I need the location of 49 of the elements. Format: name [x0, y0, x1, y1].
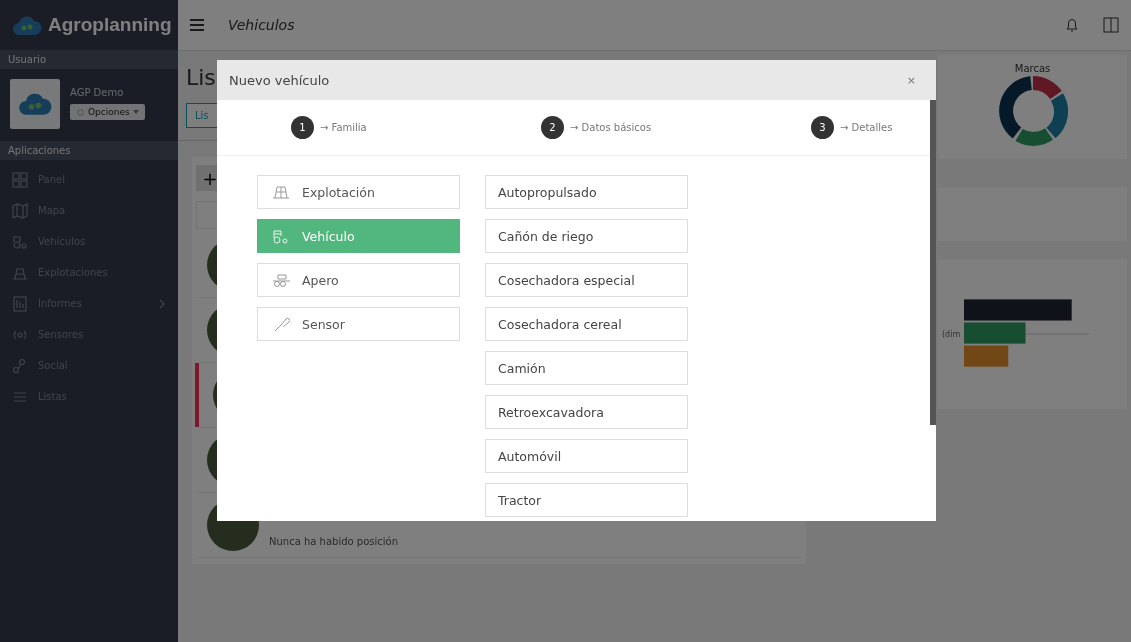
vehicle-type-option[interactable]: Cosechadora cereal — [485, 307, 688, 341]
vehicle-type-option[interactable]: Retroexcavadora — [485, 395, 688, 429]
menu-item-icon — [12, 233, 28, 250]
list-button[interactable]: Lis — [186, 103, 218, 128]
bell-icon[interactable] — [1065, 17, 1079, 33]
cloud-logo-icon — [18, 92, 52, 116]
vehicle-type-option[interactable]: Automóvil — [485, 439, 688, 473]
menu-item-icon — [12, 202, 28, 219]
menu-item-icon — [12, 171, 28, 188]
section-header: Usuario — [0, 50, 178, 69]
vehicle-type-option[interactable]: Cañón de riego — [485, 219, 688, 253]
axis-label: (dim — [942, 329, 961, 339]
caret-icon — [132, 110, 139, 114]
step-number: 1 — [291, 116, 314, 139]
panel-toggle-icon[interactable] — [1103, 17, 1119, 33]
family-icon — [272, 272, 290, 288]
user-name: AGP Demo — [70, 87, 125, 98]
step-number: 2 — [541, 116, 564, 139]
page-title: Lis — [186, 63, 216, 92]
donut-chart-drawing — [997, 76, 1068, 146]
step-label: → Detalles — [840, 122, 893, 133]
position-text: Nunca ha habido posición — [269, 536, 399, 547]
family-option[interactable]: Sensor — [257, 307, 460, 341]
menu-item-icon — [12, 357, 28, 374]
family-option[interactable]: Vehículo — [257, 219, 460, 253]
vehicle-type-option[interactable]: Tractor — [485, 483, 688, 517]
menu-icon[interactable] — [190, 19, 204, 31]
family-icon — [272, 184, 290, 200]
close-button[interactable]: × — [900, 72, 922, 88]
step-number: 3 — [811, 116, 834, 139]
section-header: Aplicaciones — [0, 141, 178, 160]
scrollbar[interactable] — [930, 100, 936, 425]
step-label: → Familia — [320, 122, 367, 133]
options-button[interactable]: Opciones — [70, 104, 145, 120]
card-title: Marcas — [1014, 63, 1051, 74]
page-header-title: Vehiculos — [228, 17, 296, 33]
vehicle-type-option[interactable]: Camión — [485, 351, 688, 385]
vehicle-type-option[interactable]: Autopropulsado — [485, 175, 688, 209]
menu-item-icon — [12, 295, 28, 312]
cloud-logo-icon — [12, 14, 42, 36]
family-option[interactable]: Explotación — [257, 175, 460, 209]
family-icon — [272, 316, 290, 332]
dialog-title: Nuevo vehículo — [229, 72, 330, 88]
family-icon — [272, 228, 290, 244]
family-option[interactable]: Apero — [257, 263, 460, 297]
chevron-icon — [158, 298, 166, 309]
brand-name: Agroplanning — [48, 14, 172, 36]
step-label: → Datos básicos — [570, 122, 652, 133]
vehicle-type-option[interactable]: Cosechadora especial — [485, 263, 688, 297]
